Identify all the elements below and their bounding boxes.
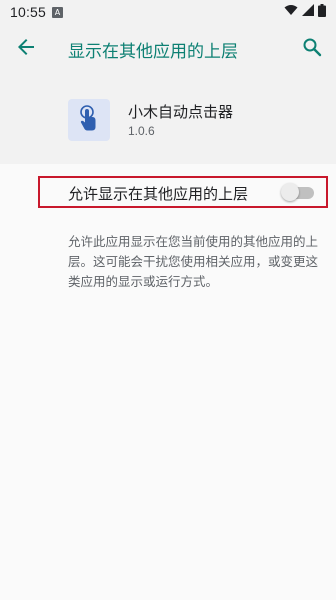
search-button[interactable]	[300, 37, 324, 61]
app-icon	[68, 99, 110, 141]
toggle-thumb	[281, 183, 299, 201]
notification-badge-icon: A	[52, 6, 64, 18]
allow-overlay-toggle[interactable]	[281, 183, 315, 201]
setting-label: 允许显示在其他应用的上层	[68, 185, 249, 203]
app-name: 小木自动点击器	[128, 103, 234, 121]
status-bar: 10:55 A	[0, 0, 336, 24]
setting-description: 允许此应用显示在您当前使用的其他应用的上层。这可能会干扰您使用相关应用，或变更这…	[68, 234, 319, 289]
status-right	[284, 3, 326, 21]
status-time: 10:55	[10, 4, 47, 20]
arrow-back-icon	[16, 37, 36, 61]
app-bar: 显示在其他应用的上层	[0, 24, 336, 74]
search-icon	[302, 37, 322, 61]
tap-finger-icon	[74, 103, 104, 137]
battery-icon	[318, 3, 326, 21]
allow-overlay-setting-row[interactable]: 允许显示在其他应用的上层	[38, 176, 328, 208]
header: 显示在其他应用的上层 小木自动点击器 1.0.6	[0, 24, 336, 164]
page-title: 显示在其他应用的上层	[68, 42, 238, 62]
status-left: 10:55 A	[10, 4, 64, 20]
app-info: 小木自动点击器 1.0.6	[0, 94, 336, 144]
signal-icon	[302, 4, 314, 20]
wifi-icon	[284, 4, 298, 20]
back-button[interactable]	[14, 37, 38, 61]
app-version: 1.0.6	[128, 124, 155, 138]
